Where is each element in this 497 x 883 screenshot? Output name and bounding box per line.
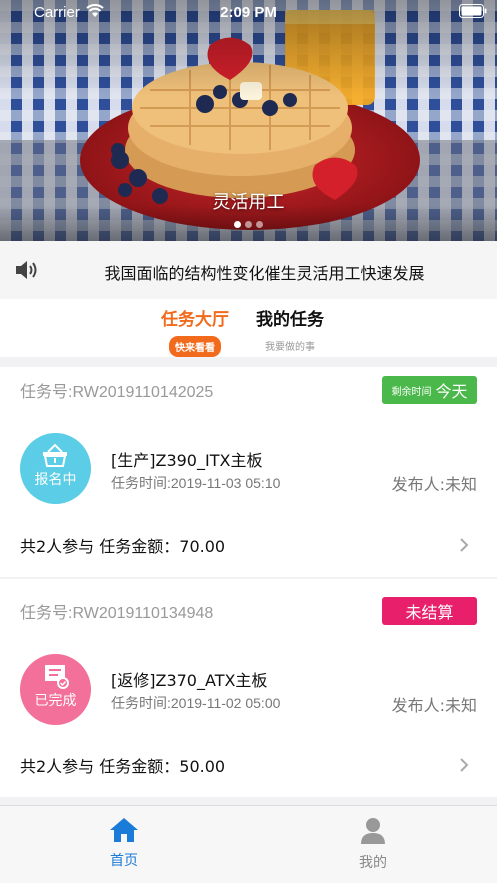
settlement-badge: 未结算 bbox=[382, 597, 477, 625]
tabbar-mine[interactable]: 我的 bbox=[333, 816, 413, 872]
tab-my-tasks[interactable]: 我的任务 我要做的事 bbox=[245, 305, 335, 353]
publisher: 发布人:未知 bbox=[391, 475, 477, 494]
notice-bar[interactable]: 我国面临的结构性变化催生灵活用工快速发展 bbox=[0, 241, 497, 299]
task-summary: 共2人参与 任务金额：50.00 bbox=[20, 757, 226, 776]
status-circle: 报名中 bbox=[20, 433, 91, 504]
task-title: [生产]Z390_ITX主板 bbox=[111, 451, 263, 470]
speaker-icon bbox=[16, 261, 37, 279]
tab-subtitle: 我要做的事 bbox=[265, 342, 315, 353]
notice-text: 我国面临的结构性变化催生灵活用工快速发展 bbox=[104, 264, 425, 283]
carousel-dot[interactable] bbox=[245, 221, 252, 228]
task-summary: 共2人参与 任务金额：70.00 bbox=[20, 537, 226, 556]
banner-caption: 灵活用工 bbox=[212, 192, 285, 213]
tab-task-hall[interactable]: 任务大厅 快来看看 bbox=[150, 305, 240, 357]
chevron-right-icon[interactable] bbox=[459, 537, 469, 553]
tab-subtitle: 快来看看 bbox=[169, 336, 221, 357]
tab-label: 我的任务 bbox=[256, 310, 324, 330]
carousel-dot[interactable] bbox=[256, 221, 263, 228]
battery-icon bbox=[459, 4, 487, 18]
home-icon bbox=[110, 818, 138, 842]
status-circle: 已完成 bbox=[20, 654, 91, 725]
task-time: 任务时间:2019-11-02 05:00 bbox=[111, 695, 281, 711]
badge-value: 今天 bbox=[435, 382, 468, 401]
status-bar: Carrier 2:09 PM bbox=[0, 0, 497, 24]
chevron-right-icon[interactable] bbox=[459, 757, 469, 773]
carousel-dots bbox=[0, 221, 497, 228]
badge-caption: 剩余时间 bbox=[391, 386, 432, 398]
person-icon bbox=[361, 818, 385, 844]
certificate-icon bbox=[45, 665, 69, 689]
task-title: [返修]Z370_ATX主板 bbox=[111, 671, 268, 690]
status-label: 已完成 bbox=[34, 693, 77, 709]
basket-icon bbox=[43, 443, 67, 467]
task-card[interactable]: 任务号:RW2019110134948 未结算 已完成 [返修]Z370_ATX… bbox=[0, 579, 497, 797]
bottom-tab-bar: 首页 我的 bbox=[0, 805, 497, 883]
banner-carousel[interactable]: Carrier 2:09 PM 灵活用工 bbox=[0, 0, 497, 241]
clock: 2:09 PM bbox=[220, 4, 277, 21]
tabbar-label: 我的 bbox=[359, 855, 387, 871]
tabbar-home[interactable]: 首页 bbox=[84, 816, 164, 870]
status-label: 报名中 bbox=[34, 472, 77, 488]
task-card[interactable]: 任务号:RW2019110142025 剩余时间 今天 报名中 [生产]Z390… bbox=[0, 367, 497, 577]
tab-label: 任务大厅 bbox=[161, 310, 229, 330]
publisher: 发布人:未知 bbox=[391, 696, 477, 715]
remaining-time-badge: 剩余时间 今天 bbox=[382, 376, 477, 404]
task-tabs: 任务大厅 快来看看 我的任务 我要做的事 bbox=[0, 299, 497, 357]
carousel-dot[interactable] bbox=[234, 221, 241, 228]
tabbar-label: 首页 bbox=[110, 853, 138, 869]
task-time: 任务时间:2019-11-03 05:10 bbox=[111, 475, 281, 491]
task-number: 任务号:RW2019110134948 bbox=[20, 605, 214, 622]
task-number: 任务号:RW2019110142025 bbox=[20, 384, 214, 401]
